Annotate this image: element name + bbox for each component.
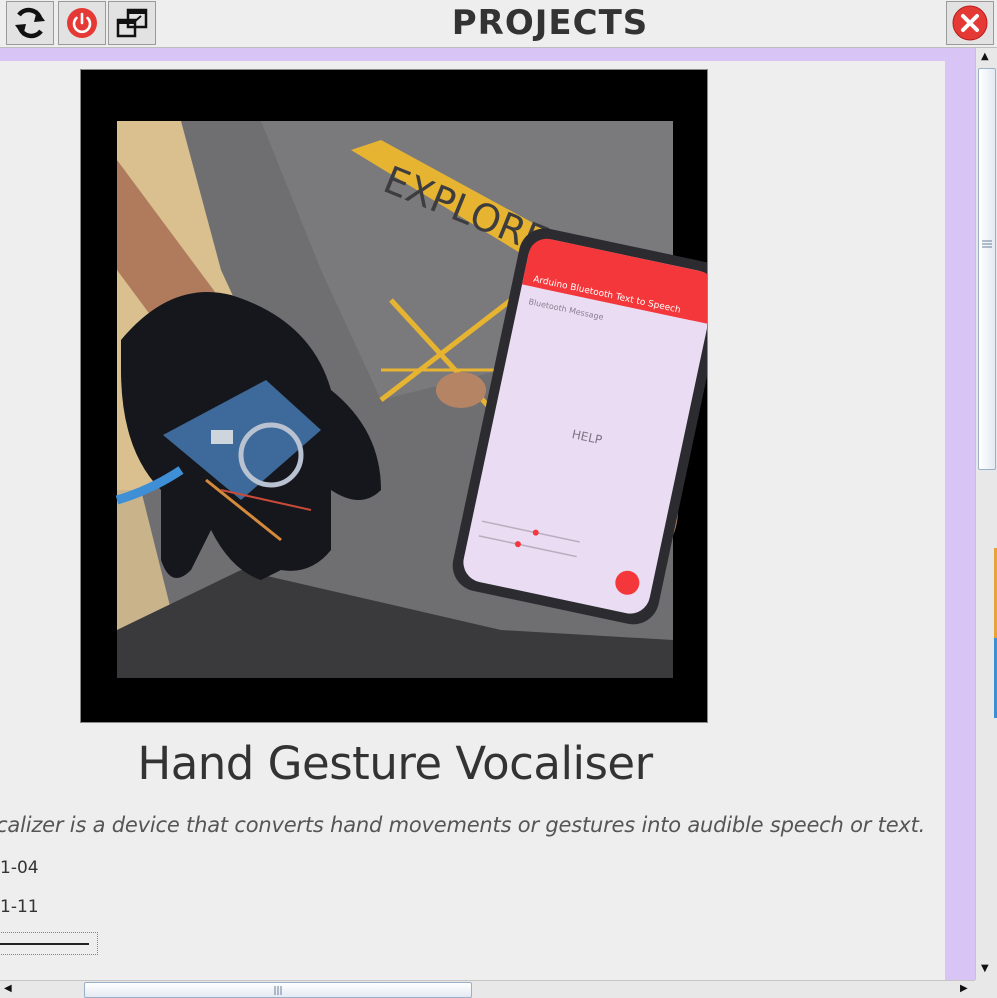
- scroll-right-arrow-icon[interactable]: ▶: [960, 984, 968, 994]
- project-photo: EXPLORE Arduino Bluetooth Text to Speech…: [115, 121, 726, 678]
- side-accent-strip: [945, 48, 975, 980]
- title-bar: PROJECTS: [0, 0, 997, 48]
- power-icon: [67, 8, 97, 38]
- header-accent-strip: [0, 48, 975, 61]
- project-title: Hand Gesture Vocaliser: [137, 737, 653, 790]
- link-underline: [0, 943, 89, 945]
- grip-icon: [274, 986, 282, 995]
- window-title: PROJECTS: [451, 3, 649, 43]
- project-link-button[interactable]: [0, 932, 98, 955]
- vertical-scrollbar[interactable]: ▲ ▼: [975, 48, 997, 980]
- close-icon: [952, 5, 988, 41]
- horizontal-scrollbar[interactable]: ◀ ▶: [0, 980, 975, 998]
- scroll-left-arrow-icon[interactable]: ◀: [4, 984, 12, 994]
- scroll-up-arrow-icon[interactable]: ▲: [981, 52, 989, 62]
- horizontal-scroll-thumb[interactable]: [84, 982, 472, 998]
- restore-window-button[interactable]: [108, 1, 156, 45]
- project-date-end-value: 1-11: [0, 897, 39, 917]
- restore-window-icon: [116, 8, 148, 38]
- refresh-button[interactable]: [6, 1, 54, 45]
- power-button[interactable]: [58, 1, 106, 45]
- project-date-end: 1-11: [0, 897, 39, 917]
- scroll-corner: [975, 980, 997, 998]
- refresh-icon: [15, 7, 45, 39]
- project-image: EXPLORE Arduino Bluetooth Text to Speech…: [80, 69, 726, 723]
- vertical-scroll-thumb[interactable]: [978, 68, 996, 470]
- close-button[interactable]: [946, 1, 994, 45]
- scroll-down-arrow-icon[interactable]: ▼: [981, 964, 989, 974]
- grip-icon: [982, 240, 992, 248]
- project-date-start-value: 1-04: [0, 858, 39, 878]
- project-description: e vocalizer is a device that converts ha…: [0, 813, 926, 837]
- project-panel: EXPLORE Arduino Bluetooth Text to Speech…: [0, 61, 945, 980]
- project-date-start: 1-04: [0, 858, 39, 878]
